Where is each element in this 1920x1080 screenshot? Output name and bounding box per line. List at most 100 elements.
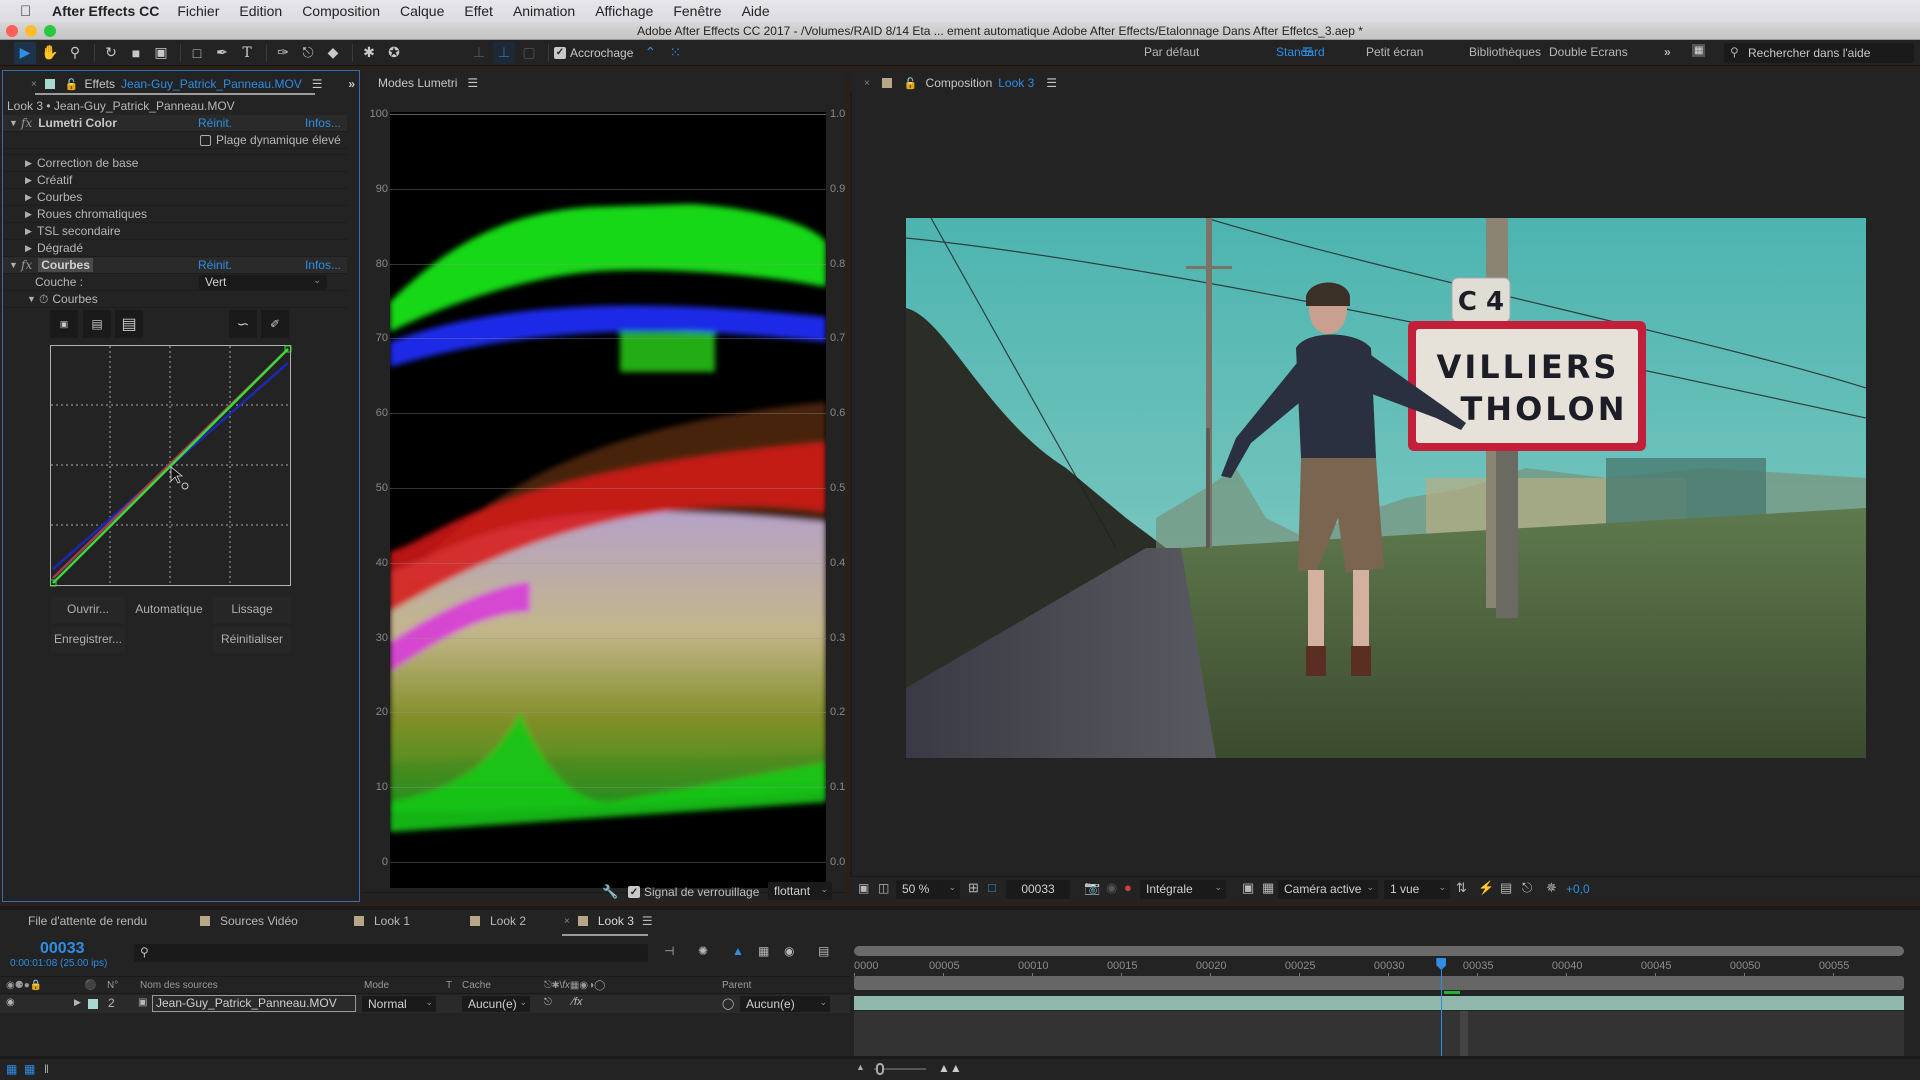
- time-navigator-bar[interactable]: [854, 946, 1904, 956]
- effects-tab-file[interactable]: Jean-Guy_Patrick_Panneau.MOV: [121, 77, 302, 91]
- workspace-bibliotheques[interactable]: Bibliothèques: [1469, 45, 1541, 59]
- channel-dropdown[interactable]: Vert ⌄: [199, 275, 327, 290]
- curves-reset-link[interactable]: Réinit.: [198, 258, 232, 272]
- layer-duration-bar[interactable]: [854, 996, 1904, 1010]
- panel-menu-icon[interactable]: ☰: [1046, 76, 1057, 90]
- close-panel-icon[interactable]: ×: [31, 79, 37, 90]
- section-roues-chromatiques[interactable]: ▶ Roues chromatiques: [3, 206, 347, 223]
- timeline-zoom-handle[interactable]: [876, 1063, 884, 1075]
- puppet-pin-tool-icon[interactable]: ✪: [383, 42, 405, 64]
- workspace-double-ecrans[interactable]: Double Ecrans: [1549, 45, 1628, 59]
- curve-size-large-icon[interactable]: ▤: [115, 310, 143, 338]
- panel-menu-icon[interactable]: ☰: [312, 77, 323, 91]
- menu-composition[interactable]: Composition: [302, 3, 380, 19]
- always-preview-icon[interactable]: ▣: [858, 881, 869, 895]
- blend-mode-dropdown[interactable]: Normal ⌄: [362, 996, 436, 1012]
- more-workspaces-icon[interactable]: »: [1664, 45, 1671, 59]
- section-creatif[interactable]: ▶ Créatif: [3, 172, 347, 189]
- eraser-tool-icon[interactable]: ◆: [322, 42, 344, 64]
- axis-world-icon[interactable]: ⊥: [493, 41, 515, 64]
- float-dropdown[interactable]: flottant ⌄: [768, 882, 832, 900]
- visibility-toggle-icon[interactable]: ◉: [6, 997, 15, 1008]
- camera-tool-icon[interactable]: ■: [125, 42, 147, 64]
- current-frame-field[interactable]: 00033: [1006, 880, 1070, 899]
- selection-tool-icon[interactable]: ▶: [14, 41, 36, 64]
- menu-calque[interactable]: Calque: [400, 3, 444, 19]
- timeline-tab[interactable]: Sources Vidéo: [200, 914, 298, 928]
- curves-reset-button[interactable]: Réinitialiser: [213, 627, 291, 653]
- snap-edges-icon[interactable]: ⌃: [639, 42, 661, 64]
- curve-bezier-icon[interactable]: ∽: [229, 310, 257, 338]
- label-icon[interactable]: ⚫: [84, 980, 96, 991]
- snap-features-icon[interactable]: ⁙: [664, 42, 686, 64]
- menu-aide[interactable]: Aide: [742, 3, 770, 19]
- parent-pickwhip-icon[interactable]: ◯: [722, 997, 734, 1010]
- layer-row[interactable]: ◉ ▶ 2 ▣ Jean-Guy_Patrick_Panneau.MOV Nor…: [0, 995, 850, 1013]
- timeline-tab[interactable]: File d'attente de rendu: [28, 914, 147, 928]
- section-degrade[interactable]: ▶ Dégradé: [3, 240, 347, 257]
- col-source-name[interactable]: Nom des sources: [140, 980, 218, 991]
- camera-dropdown[interactable]: Caméra active ⌄: [1278, 880, 1378, 899]
- close-panel-icon[interactable]: ×: [864, 78, 870, 89]
- workspace-par-defaut[interactable]: Par défaut: [1144, 45, 1199, 59]
- fast-preview-icon[interactable]: ⚡: [1478, 880, 1494, 896]
- hide-shy-layers-icon[interactable]: ▲: [732, 944, 744, 958]
- timeline-tab[interactable]: Look 2: [470, 914, 526, 928]
- snapping-checkbox[interactable]: ✓: [554, 46, 566, 59]
- pan-behind-tool-icon[interactable]: ▣: [150, 42, 172, 64]
- curve-size-small-icon[interactable]: ▣: [50, 310, 78, 338]
- section-correction-de-base[interactable]: ▶ Correction de base: [3, 155, 347, 172]
- video-switch-icon[interactable]: ◉⚈●🔒: [6, 980, 42, 991]
- timeline-icon[interactable]: ▤: [1500, 880, 1512, 896]
- workspace-petit-ecran[interactable]: Petit écran: [1366, 45, 1423, 59]
- curves-auto-button[interactable]: Automatique: [131, 597, 207, 623]
- section-tsl-secondaire[interactable]: ▶ TSL secondaire: [3, 223, 347, 240]
- menu-animation[interactable]: Animation: [513, 3, 575, 19]
- timeline-tab[interactable]: × Look 3 ☰: [564, 914, 653, 928]
- rectangle-tool-icon[interactable]: □: [186, 42, 208, 64]
- show-snapshot-icon[interactable]: ◉: [1106, 880, 1117, 896]
- shy-switch-icon[interactable]: ⎋: [544, 997, 552, 1008]
- section-courbes[interactable]: ▶ Courbes: [3, 189, 347, 206]
- composition-label[interactable]: Composition: [926, 76, 993, 90]
- expand-panels-icon[interactable]: »: [348, 77, 355, 91]
- frame-blending-icon[interactable]: ▦: [758, 944, 769, 958]
- resolution-dropdown[interactable]: Intégrale ⌄: [1140, 880, 1226, 899]
- clamp-signal-checkbox[interactable]: ✓: [628, 886, 640, 898]
- snapshot-camera-icon[interactable]: 📷: [1084, 880, 1100, 896]
- stopwatch-icon[interactable]: ⏱: [39, 292, 48, 307]
- composition-viewer[interactable]: C 4 VILLIERS THOLON: [906, 218, 1866, 758]
- close-tab-icon[interactable]: ×: [564, 916, 570, 927]
- track-matte-dropdown[interactable]: Aucun(e) ⌄: [462, 996, 530, 1012]
- pen-tool-icon[interactable]: ✒: [211, 42, 233, 64]
- menu-edition[interactable]: Edition: [239, 3, 282, 19]
- app-menu[interactable]: After Effects CC: [52, 3, 159, 19]
- scopes-title[interactable]: Modes Lumetri: [378, 76, 457, 90]
- layer-switches-toggle-icon[interactable]: ▦: [6, 1062, 17, 1076]
- menu-affichage[interactable]: Affichage: [595, 3, 653, 19]
- curve-size-medium-icon[interactable]: ▤: [83, 310, 111, 338]
- axis-view-icon[interactable]: ▢: [518, 42, 540, 64]
- lock-icon[interactable]: 🔓: [65, 78, 79, 91]
- mask-visibility-icon[interactable]: □: [988, 880, 996, 895]
- curves-graph[interactable]: [50, 345, 292, 587]
- curves-open-button[interactable]: Ouvrir...: [51, 597, 125, 623]
- channels-icon[interactable]: ●: [1124, 880, 1132, 895]
- toggle-pixel-aspect-icon[interactable]: ⇅: [1456, 880, 1467, 896]
- menu-fenetre[interactable]: Fenêtre: [673, 3, 721, 19]
- lumetri-reset-link[interactable]: Réinit.: [198, 116, 232, 130]
- views-dropdown[interactable]: 1 vue ⌄: [1384, 880, 1450, 899]
- workspace-settings-icon[interactable]: ▦: [1692, 44, 1706, 57]
- lock-icon[interactable]: 🔓: [904, 77, 918, 90]
- in-out-toggle-icon[interactable]: ‖: [44, 1062, 49, 1076]
- flowchart-icon[interactable]: ⎋: [1522, 880, 1532, 896]
- axis-local-icon[interactable]: ⊥: [468, 42, 490, 64]
- monitor-icon[interactable]: ◫: [878, 881, 889, 895]
- effects-tab-label[interactable]: Effets: [85, 77, 115, 91]
- comp-mini-flowchart-icon[interactable]: ⊣: [664, 944, 674, 958]
- curves-smooth-button[interactable]: Lissage: [213, 597, 291, 623]
- safe-zones-icon[interactable]: ⊞: [968, 880, 979, 896]
- hdr-checkbox[interactable]: [200, 134, 211, 146]
- brush-tool-icon[interactable]: ✑: [272, 42, 294, 64]
- help-search-input[interactable]: ⚲ Rechercher dans l'aide: [1724, 43, 1914, 63]
